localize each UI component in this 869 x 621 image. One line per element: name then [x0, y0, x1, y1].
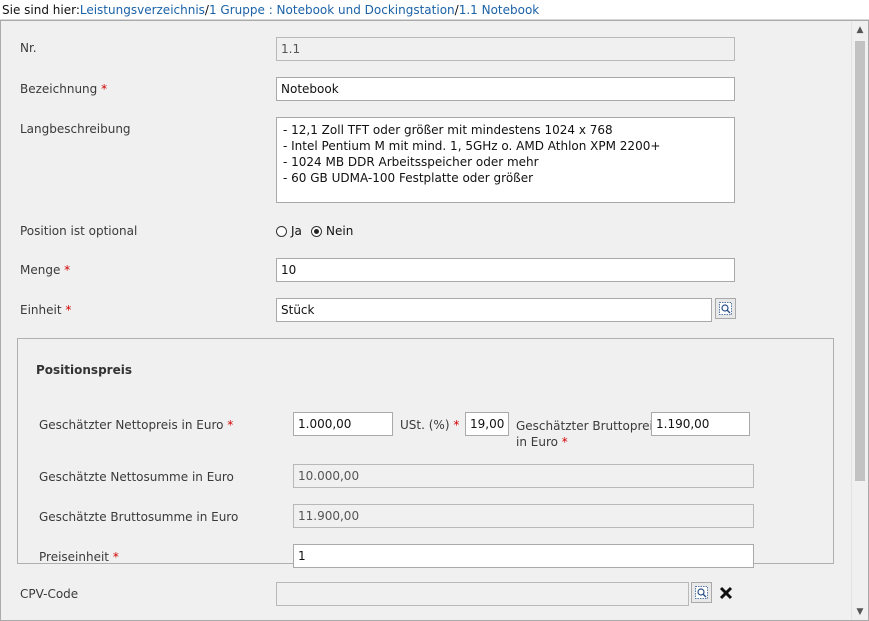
- cpv-field: [276, 582, 689, 606]
- breadcrumb-prefix: Sie sind hier:: [2, 3, 80, 17]
- nr-field: 1.1: [276, 37, 735, 61]
- nettopreis-label: Geschätzter Nettopreis in Euro *: [39, 418, 233, 432]
- bezeichnung-input[interactable]: Notebook: [276, 77, 735, 101]
- positionspreis-group: Positionspreis Geschätzter Nettopreis in…: [17, 338, 834, 568]
- required-marker: *: [453, 418, 460, 432]
- bruttosumme-label: Geschätzte Bruttosumme in Euro: [39, 510, 239, 524]
- optional-label: Position ist optional: [20, 224, 138, 238]
- required-marker: *: [64, 263, 71, 277]
- menge-label: Menge *: [20, 263, 70, 277]
- positionspreis-title: Positionspreis: [36, 363, 132, 377]
- close-icon: [719, 586, 732, 599]
- breadcrumb-link-leistungsverzeichnis[interactable]: Leistungsverzeichnis: [80, 3, 205, 17]
- required-marker: *: [112, 550, 119, 564]
- einheit-label: Einheit *: [20, 303, 71, 317]
- nettosumme-field: 10.000,00: [293, 464, 754, 488]
- form-content: Nr. 1.1 Bezeichnung * Notebook Langbesch…: [1, 21, 851, 620]
- required-marker: *: [101, 82, 108, 96]
- bruttopreis-label-line1: Geschätzter Bruttopreis: [516, 419, 660, 433]
- required-marker: *: [65, 303, 72, 317]
- bezeichnung-label: Bezeichnung *: [20, 82, 107, 96]
- bruttopreis-label-line2: in Euro: [516, 435, 558, 449]
- scroll-down-arrow-icon[interactable]: ▼: [852, 603, 868, 620]
- ust-label-text: USt. (%): [400, 418, 450, 432]
- nettosumme-label: Geschätzte Nettosumme in Euro: [39, 470, 234, 484]
- required-marker: *: [227, 418, 234, 432]
- einheit-label-text: Einheit: [20, 303, 62, 317]
- vertical-scrollbar[interactable]: ▲ ▼: [851, 21, 868, 620]
- required-marker: *: [561, 435, 568, 449]
- einheit-lookup-button[interactable]: [715, 298, 736, 319]
- bezeichnung-label-text: Bezeichnung: [20, 82, 98, 96]
- bruttopreis-label: Geschätzter Bruttopreis in Euro *: [516, 418, 659, 450]
- langbeschreibung-line: - Intel Pentium M mit mind. 1, 5GHz o. A…: [283, 139, 661, 153]
- preiseinheit-label-text: Preiseinheit: [39, 550, 110, 564]
- radio-ja[interactable]: Ja: [276, 224, 302, 238]
- radio-ja-circle[interactable]: [276, 225, 287, 237]
- radio-nein-label: Nein: [326, 224, 354, 238]
- scrollbar-thumb[interactable]: [855, 41, 865, 481]
- bruttopreis-input[interactable]: 1.190,00: [651, 412, 750, 436]
- menge-label-text: Menge: [20, 263, 61, 277]
- breadcrumb-link-notebook[interactable]: 1.1 Notebook: [459, 3, 540, 17]
- menge-input[interactable]: 10: [276, 258, 735, 282]
- langbeschreibung-textarea[interactable]: - 12,1 Zoll TFT oder größer mit mindeste…: [276, 117, 735, 203]
- ust-label: USt. (%) *: [400, 418, 459, 432]
- preiseinheit-input[interactable]: 1: [293, 544, 754, 568]
- langbeschreibung-label: Langbeschreibung: [20, 122, 131, 136]
- form-frame: Nr. 1.1 Bezeichnung * Notebook Langbesch…: [0, 20, 869, 621]
- lookup-icon: [695, 586, 708, 599]
- lookup-icon: [719, 302, 732, 315]
- bruttosumme-field: 11.900,00: [293, 504, 754, 528]
- langbeschreibung-line: - 12,1 Zoll TFT oder größer mit mindeste…: [283, 123, 613, 137]
- langbeschreibung-line: - 60 GB UDMA-100 Festplatte oder größer: [283, 171, 534, 185]
- radio-ja-label: Ja: [291, 224, 302, 238]
- nettopreis-label-text: Geschätzter Nettopreis in Euro: [39, 418, 224, 432]
- langbeschreibung-line: - 1024 MB DDR Arbeitsspeicher oder mehr: [283, 155, 539, 169]
- nr-label: Nr.: [20, 41, 37, 55]
- breadcrumb-link-gruppe[interactable]: 1 Gruppe : Notebook und Dockingstation: [209, 3, 455, 17]
- scroll-up-arrow-icon[interactable]: ▲: [852, 21, 868, 38]
- einheit-input[interactable]: Stück: [276, 298, 712, 322]
- cpv-clear-button[interactable]: [715, 582, 736, 603]
- breadcrumb: Sie sind hier:Leistungsverzeichnis/1 Gru…: [0, 0, 869, 20]
- cpv-label: CPV-Code: [20, 587, 79, 601]
- nettopreis-input[interactable]: 1.000,00: [293, 412, 393, 436]
- radio-nein[interactable]: Nein: [311, 224, 353, 238]
- radio-nein-circle[interactable]: [311, 225, 322, 237]
- preiseinheit-label: Preiseinheit *: [39, 550, 119, 564]
- cpv-lookup-button[interactable]: [691, 582, 712, 603]
- ust-input[interactable]: 19,00: [465, 412, 509, 436]
